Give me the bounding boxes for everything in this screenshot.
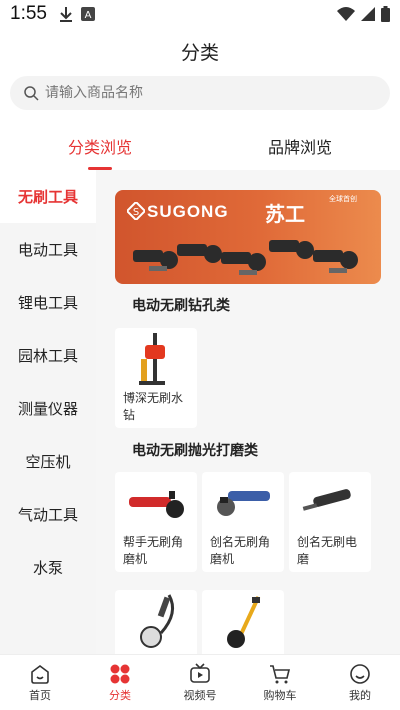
wall-sander-image bbox=[140, 594, 175, 648]
core-drill-image bbox=[139, 333, 165, 385]
product-card[interactable]: 帮手无刷角磨机 bbox=[115, 472, 197, 572]
sugong-logo-icon: S bbox=[127, 202, 145, 220]
product-name: 创名无刷电磨 bbox=[297, 535, 358, 566]
product-name: 创名无刷角磨机 bbox=[210, 535, 271, 566]
product-card[interactable]: 博深无刷水钻 bbox=[115, 328, 197, 428]
tv-icon bbox=[190, 662, 210, 683]
battery-icon bbox=[381, 6, 390, 22]
sidebar-item-label: 空压机 bbox=[25, 453, 71, 471]
nav-video[interactable]: 视频号 bbox=[160, 655, 240, 710]
smile-icon bbox=[350, 663, 370, 684]
product-card[interactable] bbox=[115, 590, 197, 654]
nav-category[interactable]: 分类 bbox=[80, 655, 160, 710]
tab-label: 分类浏览 bbox=[67, 138, 132, 157]
sidebar-item-label: 气动工具 bbox=[17, 506, 78, 524]
status-bar: 1:55 A bbox=[0, 0, 400, 28]
product-image bbox=[202, 474, 284, 532]
sidebar-item-garden[interactable]: 园林工具 bbox=[0, 329, 96, 382]
sidebar-item-label: 水泵 bbox=[32, 559, 63, 577]
nav-label: 视频号 bbox=[183, 688, 217, 702]
nav-label: 分类 bbox=[109, 688, 131, 702]
sidebar-item-label: 锂电工具 bbox=[17, 294, 78, 312]
download-icon bbox=[59, 7, 72, 22]
sidebar-item-pneumatic[interactable]: 气动工具 bbox=[0, 488, 96, 541]
product-card[interactable]: 创名无刷角磨机 bbox=[202, 472, 284, 572]
banner-tag: 全球首创 bbox=[329, 195, 357, 203]
nav-label: 我的 bbox=[349, 688, 371, 702]
tab-category-browse[interactable]: 分类浏览 bbox=[0, 128, 200, 170]
section-title: 电动无刷钻孔类 bbox=[132, 298, 230, 314]
angle-grinder-image bbox=[217, 491, 270, 516]
product-image bbox=[115, 592, 197, 650]
banner-tools-image bbox=[133, 240, 358, 275]
sidebar-item-electric[interactable]: 电动工具 bbox=[0, 223, 96, 276]
nav-home[interactable]: 首页 bbox=[0, 655, 80, 710]
product-image bbox=[115, 474, 197, 532]
sidebar-item-label: 园林工具 bbox=[17, 347, 78, 365]
product-name: 博深无刷水钻 bbox=[123, 391, 184, 422]
home-icon bbox=[31, 664, 49, 684]
angle-grinder-image bbox=[129, 491, 184, 518]
sidebar-item-brushless[interactable]: 无刷工具 bbox=[0, 170, 96, 223]
sidebar-item-compressor[interactable]: 空压机 bbox=[0, 435, 96, 488]
svg-text:A: A bbox=[85, 10, 92, 21]
wall-sander-image bbox=[227, 596, 261, 648]
sidebar-item-measure[interactable]: 测量仪器 bbox=[0, 382, 96, 435]
category-content: S SUGONG 苏工 全球首创 电动无刷钻孔类 博深无刷水钻 电动无刷抛光打磨… bbox=[96, 170, 400, 654]
wifi-icon bbox=[337, 7, 355, 21]
search-input[interactable] bbox=[45, 85, 365, 101]
tab-brand-browse[interactable]: 品牌浏览 bbox=[200, 128, 400, 170]
sidebar-item-label: 无刷工具 bbox=[17, 188, 78, 206]
page-title: 分类 bbox=[180, 42, 219, 64]
product-name: 帮手无刷角磨机 bbox=[123, 535, 184, 566]
cart-icon bbox=[270, 664, 291, 683]
search-bar[interactable] bbox=[10, 76, 390, 110]
search-icon bbox=[24, 85, 39, 101]
category-sidebar: 无刷工具 电动工具 锂电工具 园林工具 测量仪器 空压机 气动工具 水泵 bbox=[0, 170, 96, 654]
keyboard-a-icon: A bbox=[80, 7, 95, 21]
tab-label: 品牌浏览 bbox=[267, 138, 332, 157]
bottom-nav: 首页 分类 视频号 购物车 我的 bbox=[0, 654, 400, 710]
promo-banner[interactable]: S SUGONG 苏工 全球首创 bbox=[115, 190, 381, 284]
svg-text:S: S bbox=[133, 207, 139, 218]
product-image bbox=[115, 330, 197, 388]
product-card[interactable] bbox=[202, 590, 284, 654]
tab-bar: 分类浏览 品牌浏览 bbox=[0, 128, 400, 170]
sidebar-item-pump[interactable]: 水泵 bbox=[0, 541, 96, 594]
sidebar-item-lithium[interactable]: 锂电工具 bbox=[0, 276, 96, 329]
product-image bbox=[202, 592, 284, 650]
die-grinder-image bbox=[302, 489, 351, 511]
banner-brand: SUGONG bbox=[147, 202, 229, 221]
signal-icon bbox=[361, 7, 375, 21]
status-time: 1:55 bbox=[10, 3, 47, 24]
sidebar-item-label: 电动工具 bbox=[17, 241, 78, 259]
product-image bbox=[289, 474, 371, 532]
banner-brand-cn: 苏工 bbox=[265, 202, 305, 226]
category-icon bbox=[110, 664, 130, 683]
nav-mine[interactable]: 我的 bbox=[320, 655, 400, 710]
section-title: 电动无刷抛光打磨类 bbox=[132, 443, 258, 459]
sidebar-item-label: 测量仪器 bbox=[17, 400, 78, 418]
nav-cart[interactable]: 购物车 bbox=[240, 655, 320, 710]
nav-label: 首页 bbox=[29, 688, 51, 702]
nav-label: 购物车 bbox=[263, 688, 297, 702]
product-card[interactable]: 创名无刷电磨 bbox=[289, 472, 371, 572]
